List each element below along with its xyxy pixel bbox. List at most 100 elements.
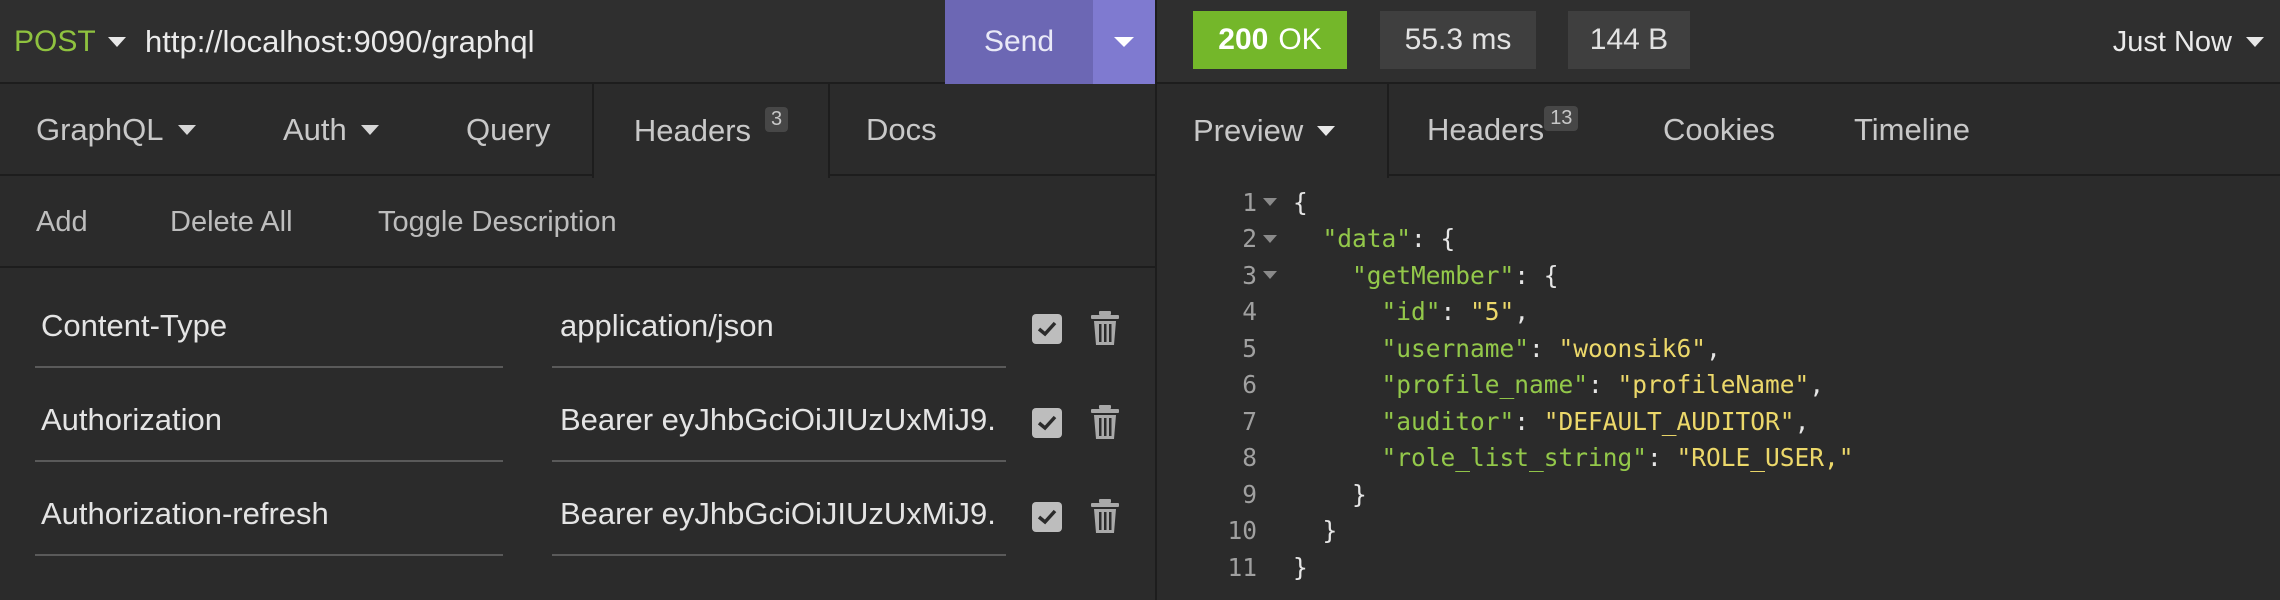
chevron-down-icon [107, 37, 126, 47]
tab-label: Timeline [1854, 112, 1970, 147]
response-pane: Preview Headers 13 Cookies Timeline 1 { … [1157, 84, 2280, 600]
tab-preview[interactable]: Preview [1157, 84, 1389, 178]
status-text: OK [1278, 23, 1322, 56]
tab-label: Cookies [1663, 112, 1775, 147]
code-line: 2 "data": { [1157, 221, 2280, 257]
json-key: "getMember" [1352, 260, 1515, 290]
chevron-down-icon [1317, 126, 1336, 136]
line-number: 8 [1242, 443, 1257, 472]
json-string: "ROLE_USER," [1676, 443, 1854, 472]
code-text: "auditor": "DEFAULT_AUDITOR", [1381, 406, 1810, 436]
enable-checkbox[interactable] [1032, 314, 1062, 344]
code-text: { [1293, 187, 1308, 217]
tab-label: Query [466, 112, 551, 147]
header-value-input[interactable]: application/json [552, 286, 1006, 368]
header-value-input[interactable]: Bearer eyJhbGciOiJIUzUxMiJ9. [552, 474, 1006, 556]
code-line: 7 "auditor": "DEFAULT_AUDITOR", [1157, 403, 2280, 439]
header-row: Content-Type application/json [0, 286, 1155, 380]
header-name-input[interactable]: Authorization [35, 380, 503, 462]
tab-query[interactable]: Query [466, 84, 550, 176]
tab-graphql[interactable]: GraphQL [36, 84, 196, 176]
method-selector[interactable]: POST [14, 0, 126, 84]
header-actions: Add Delete All Toggle Description [0, 176, 1155, 268]
header-name-input[interactable]: Content-Type [35, 286, 503, 368]
code-text: "profile_name": "profileName", [1381, 370, 1825, 399]
count-badge: 13 [1544, 105, 1579, 131]
toggle-description-button[interactable]: Toggle Description [378, 176, 617, 268]
tab-headers[interactable]: Headers 3 [592, 84, 830, 178]
send-options-button[interactable] [1093, 0, 1155, 84]
delete-all-button[interactable]: Delete All [170, 176, 293, 268]
line-number: 3 [1242, 260, 1257, 290]
line-number: 5 [1242, 333, 1257, 363]
json-string: "profileName" [1617, 370, 1810, 399]
history-label: Just Now [2112, 25, 2232, 58]
header-value-input[interactable]: Bearer eyJhbGciOiJIUzUxMiJ9. [552, 380, 1006, 462]
add-header-button[interactable]: Add [36, 176, 88, 268]
tab-label: GraphQL [36, 112, 164, 147]
check-icon [1037, 415, 1057, 431]
fold-arrow-icon[interactable] [1263, 198, 1277, 206]
code-text: } [1293, 552, 1308, 582]
code-line: 8 "role_list_string": "ROLE_USER," [1157, 440, 2280, 476]
tab-auth[interactable]: Auth [283, 84, 379, 176]
json-key: "id" [1381, 297, 1441, 326]
tab-label: Docs [866, 112, 937, 147]
header-row: Authorization Bearer eyJhbGciOiJIUzUxMiJ… [0, 380, 1155, 474]
code-text: } [1293, 479, 1367, 509]
check-icon [1037, 321, 1057, 337]
line-number: 4 [1242, 297, 1257, 326]
chevron-down-icon [2246, 37, 2264, 47]
line-number: 2 [1242, 224, 1257, 253]
chevron-down-icon [177, 125, 196, 135]
header-name-input[interactable]: Authorization-refresh [35, 474, 503, 556]
json-key: "data" [1322, 224, 1412, 253]
line-number: 1 [1242, 187, 1257, 217]
trash-icon[interactable] [1090, 404, 1120, 440]
history-dropdown[interactable]: Just Now [2113, 0, 2264, 84]
json-key: "username" [1381, 333, 1530, 363]
code-text: "getMember": { [1352, 260, 1559, 290]
code-line: 1 { [1157, 184, 2280, 220]
fold-arrow-icon[interactable] [1263, 234, 1277, 243]
fold-arrow-icon[interactable] [1263, 271, 1277, 279]
chevron-down-icon [1114, 37, 1134, 47]
line-number: 10 [1227, 516, 1257, 545]
divider [1155, 0, 1157, 84]
json-string: "5" [1470, 297, 1515, 326]
code-line: 10 } [1157, 513, 2280, 549]
code-line: 4 "id": "5", [1157, 294, 2280, 330]
enable-checkbox[interactable] [1032, 408, 1062, 438]
line-number: 7 [1242, 406, 1257, 436]
tab-cookies[interactable]: Cookies [1663, 84, 1775, 176]
code-line: 5 "username": "woonsik6", [1157, 330, 2280, 366]
json-key: "profile_name" [1381, 370, 1589, 399]
line-number: 9 [1242, 479, 1257, 509]
check-icon [1037, 509, 1057, 525]
code-line: 9 } [1157, 476, 2280, 512]
tab-label: Preview [1193, 113, 1304, 148]
code-text: "username": "woonsik6", [1381, 333, 1721, 363]
method-label: POST [14, 25, 96, 58]
enable-checkbox[interactable] [1032, 502, 1062, 532]
trash-icon[interactable] [1090, 498, 1120, 534]
json-string: "DEFAULT_AUDITOR" [1543, 406, 1795, 436]
send-button[interactable]: Send [945, 0, 1093, 84]
tab-label: Headers [1427, 112, 1545, 147]
count-badge: 3 [765, 106, 789, 132]
tab-response-headers[interactable]: Headers 13 [1427, 84, 1579, 176]
response-time: 55.3 ms [1380, 11, 1536, 69]
tab-label: Auth [283, 112, 347, 147]
line-number: 11 [1227, 552, 1257, 582]
request-bar: POST http://localhost:9090/graphql Send … [0, 0, 2280, 84]
code-line: 6 "profile_name": "profileName", [1157, 367, 2280, 403]
response-tabs: Preview Headers 13 Cookies Timeline [1157, 84, 2280, 178]
tab-timeline[interactable]: Timeline [1854, 84, 1970, 176]
tab-docs[interactable]: Docs [866, 84, 937, 176]
request-pane: GraphQL Auth Query Headers 3 Docs Add De… [0, 84, 1155, 600]
header-row: Authorization-refresh Bearer eyJhbGciOiJ… [0, 474, 1155, 568]
trash-icon[interactable] [1090, 310, 1120, 346]
code-text: "data": { [1322, 224, 1456, 253]
url-input[interactable]: http://localhost:9090/graphql [145, 0, 535, 84]
json-string: "woonsik6" [1558, 333, 1707, 363]
